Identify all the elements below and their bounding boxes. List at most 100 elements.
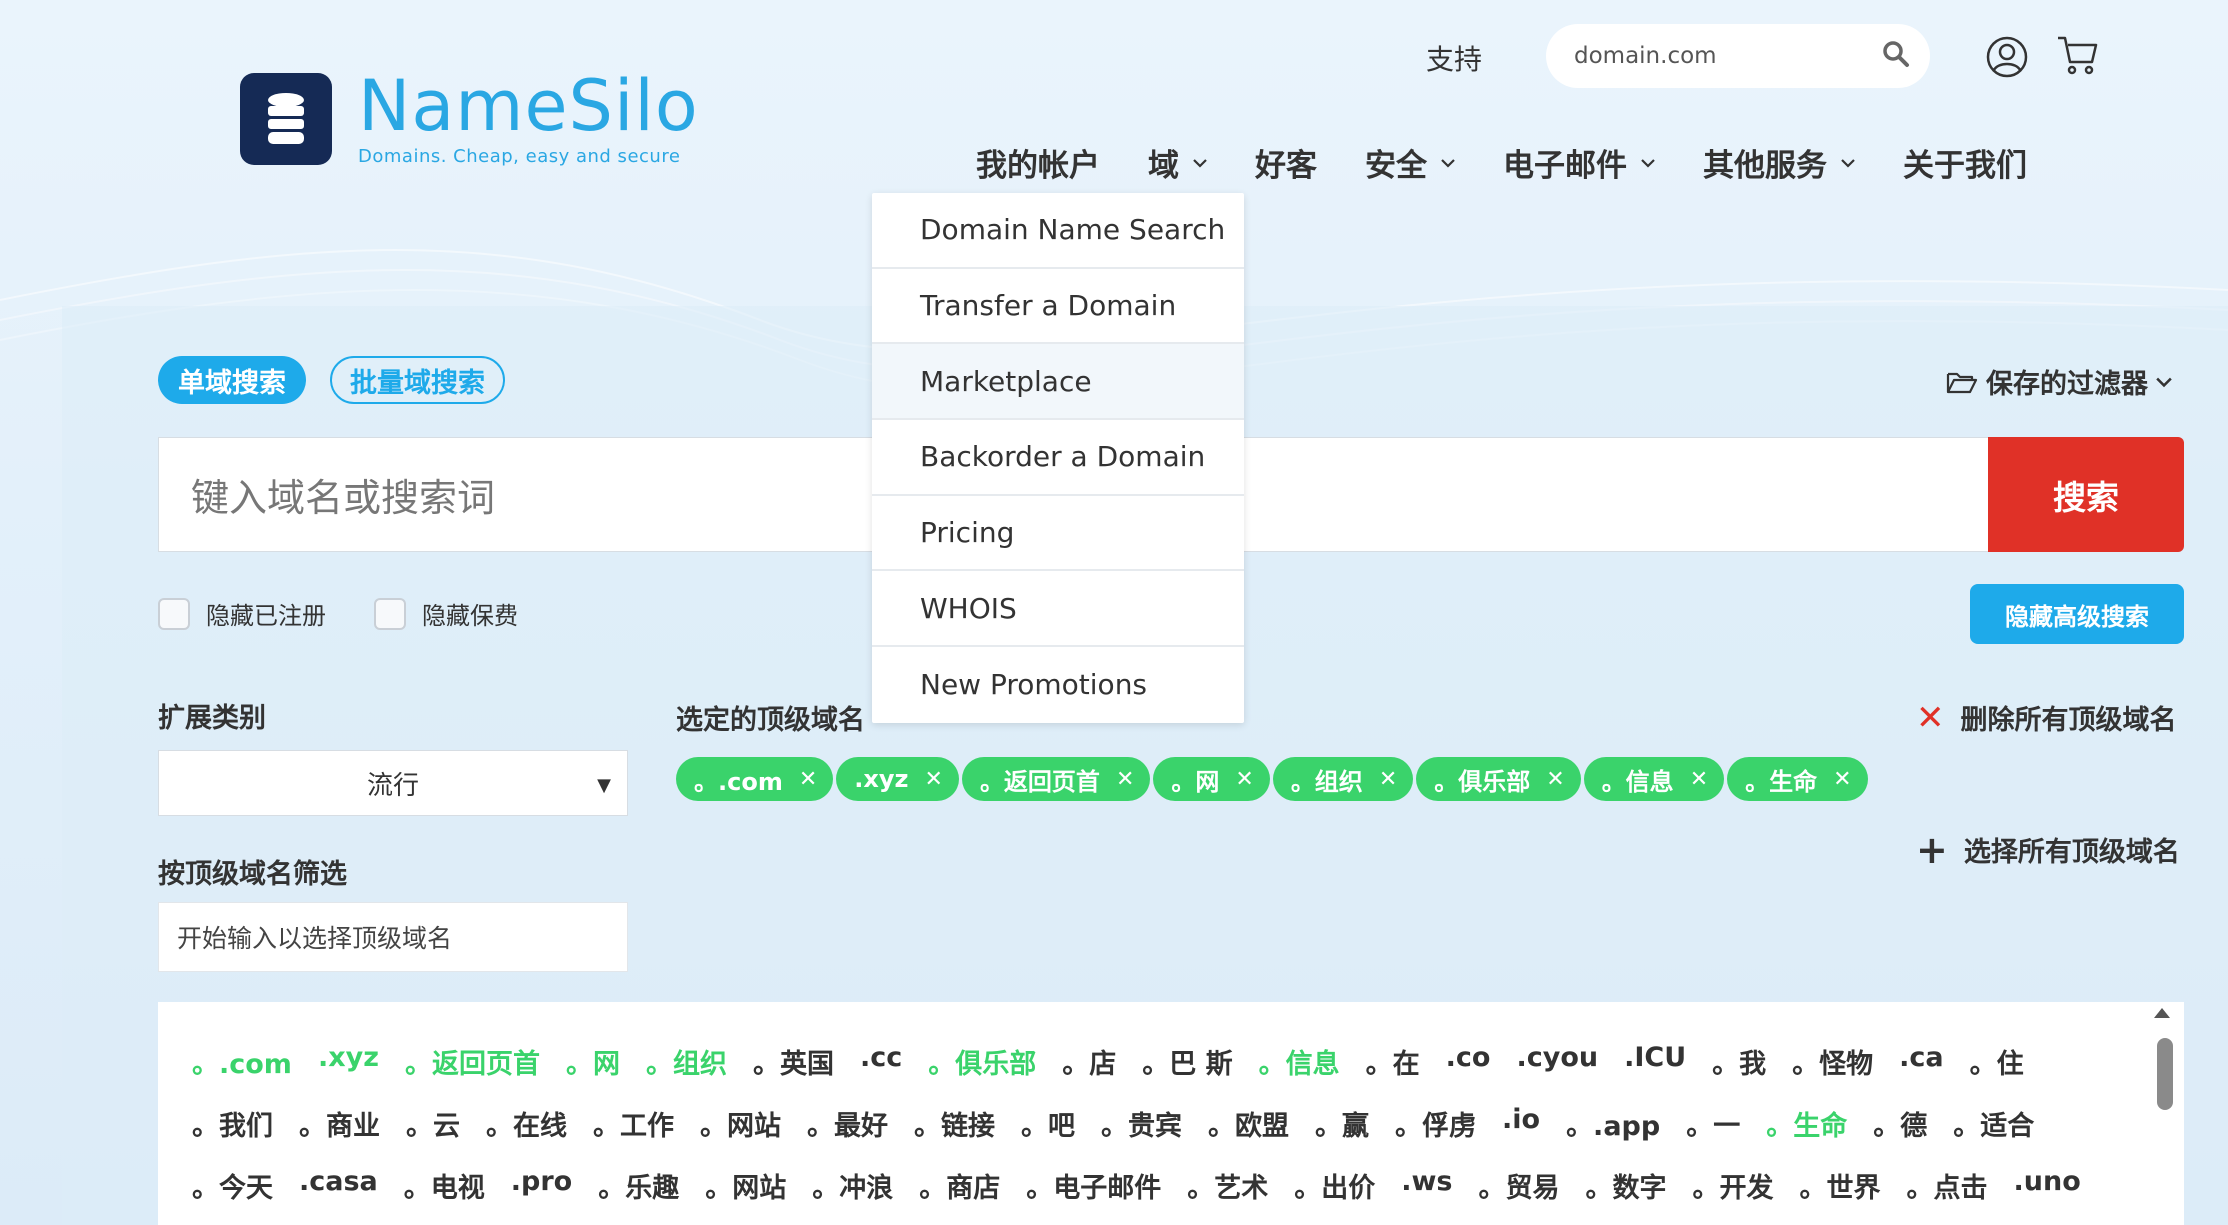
tld-option[interactable]: 。怪物 <box>1792 1042 1873 1081</box>
support-link[interactable]: 支持 <box>1426 38 1482 78</box>
tld-option[interactable]: 。贵宾 <box>1101 1104 1182 1143</box>
tld-option[interactable]: .ws <box>1401 1166 1452 1205</box>
nav-email[interactable]: 电子邮件 <box>1503 140 1655 185</box>
tld-option[interactable]: .pro <box>511 1166 572 1205</box>
tld-option[interactable]: .co <box>1446 1042 1491 1081</box>
tld-option[interactable]: 。信息 <box>1259 1042 1340 1081</box>
tld-option[interactable]: 。巴 斯 <box>1142 1042 1232 1081</box>
tld-chip[interactable]: 。返回页首 ✕ <box>961 757 1151 801</box>
tld-option[interactable]: 。组织 <box>646 1042 727 1081</box>
nav-security[interactable]: 安全 <box>1365 140 1455 185</box>
tld-option[interactable]: 。住 <box>1970 1042 2024 1081</box>
tld-option[interactable]: 。在线 <box>486 1104 567 1143</box>
close-icon[interactable]: ✕ <box>799 767 817 792</box>
tab-single-search[interactable]: 单域搜索 <box>158 356 306 404</box>
menu-item-transfer-domain[interactable]: Transfer a Domain <box>872 269 1244 345</box>
logo[interactable]: NameSilo Domains. Cheap, easy and secure <box>240 70 699 167</box>
tld-option[interactable]: 。返回页首 <box>405 1042 540 1081</box>
tld-option[interactable]: 。商业 <box>299 1104 380 1143</box>
close-icon[interactable]: ✕ <box>1546 767 1564 792</box>
close-icon[interactable]: ✕ <box>1690 767 1708 792</box>
header-search-input[interactable] <box>1574 43 1882 69</box>
tld-option[interactable]: 。赢 <box>1315 1104 1369 1143</box>
tld-chip[interactable]: 。俱乐部 ✕ <box>1416 757 1581 801</box>
tld-option[interactable]: 。电视 <box>404 1166 485 1205</box>
tld-option[interactable]: 。英国 <box>753 1042 834 1081</box>
checkbox[interactable] <box>158 597 190 630</box>
menu-item-whois[interactable]: WHOIS <box>872 571 1244 648</box>
tld-option[interactable]: 。商店 <box>919 1166 1000 1205</box>
tld-option[interactable]: 。我 <box>1712 1042 1766 1081</box>
extension-category-select[interactable]: 流行 ▼ <box>158 750 628 816</box>
tld-option[interactable]: .ca <box>1899 1042 1943 1081</box>
select-all-tlds-link[interactable]: + 选择所有顶级域名 <box>1916 830 2180 869</box>
close-icon[interactable]: ✕ <box>1833 767 1851 792</box>
close-icon[interactable]: ✕ <box>1379 767 1397 792</box>
tld-option[interactable]: 。欧盟 <box>1208 1104 1289 1143</box>
tld-option[interactable]: 。网站 <box>700 1104 781 1143</box>
checkbox[interactable] <box>374 597 406 630</box>
tld-option[interactable]: 。生命 <box>1766 1104 1847 1143</box>
menu-item-pricing[interactable]: Pricing <box>872 496 1244 572</box>
tld-option[interactable]: 。适合 <box>1953 1104 2034 1143</box>
tld-option[interactable]: 。.com <box>192 1042 292 1081</box>
nav-my-account[interactable]: 我的帐户 <box>976 140 1100 185</box>
tld-option[interactable]: 。冲浪 <box>812 1166 893 1205</box>
tld-option[interactable]: 。一 <box>1686 1104 1740 1143</box>
tld-option[interactable]: .ICU <box>1624 1042 1686 1081</box>
tld-option[interactable]: 。我们 <box>192 1104 273 1143</box>
tld-option[interactable]: 。店 <box>1062 1042 1116 1081</box>
tld-option[interactable]: 。今天 <box>192 1166 273 1205</box>
scroll-up-arrow[interactable] <box>2154 1008 2170 1018</box>
nav-hosting[interactable]: 好客 <box>1255 140 1317 185</box>
scrollbar-thumb[interactable] <box>2157 1038 2173 1110</box>
tld-option[interactable]: 。链接 <box>914 1104 995 1143</box>
tld-filter-input[interactable]: 开始输入以选择顶级域名 <box>158 902 628 972</box>
tld-option[interactable]: 。俘虏 <box>1395 1104 1476 1143</box>
tld-chip[interactable]: 。生命 ✕ <box>1727 757 1868 801</box>
hide-premium-checkbox[interactable]: 隐藏保费 <box>374 596 518 631</box>
tld-option[interactable]: .casa <box>299 1166 378 1205</box>
tld-option[interactable]: 。网站 <box>705 1166 786 1205</box>
menu-item-backorder-domain[interactable]: Backorder a Domain <box>872 420 1244 496</box>
tld-option[interactable]: .cc <box>860 1042 902 1081</box>
nav-domains[interactable]: 域 <box>1148 140 1207 185</box>
search-button[interactable]: 搜索 <box>1988 437 2184 552</box>
tld-option[interactable]: 。世界 <box>1800 1166 1881 1205</box>
user-icon[interactable] <box>1986 36 2028 82</box>
tld-option[interactable]: 。网 <box>566 1042 620 1081</box>
cart-icon[interactable] <box>2056 34 2098 80</box>
tld-option[interactable]: 。德 <box>1873 1104 1927 1143</box>
tld-option[interactable]: 。艺术 <box>1187 1166 1268 1205</box>
nav-about-us[interactable]: 关于我们 <box>1903 140 2027 185</box>
remove-all-tlds-link[interactable]: ✕ 删除所有顶级域名 <box>1916 698 2177 737</box>
tld-chip[interactable]: 。网 ✕ <box>1153 757 1270 801</box>
hide-registered-checkbox[interactable]: 隐藏已注册 <box>158 596 326 631</box>
tld-option[interactable]: 。点击 <box>1907 1166 1988 1205</box>
tld-option[interactable]: 。出价 <box>1294 1166 1375 1205</box>
close-icon[interactable]: ✕ <box>925 767 943 792</box>
menu-item-domain-name-search[interactable]: Domain Name Search <box>872 193 1244 269</box>
tld-chip[interactable]: 。信息 ✕ <box>1583 757 1725 801</box>
tld-option[interactable]: .uno <box>2014 1166 2081 1205</box>
tld-option[interactable]: 。在 <box>1366 1042 1420 1081</box>
tld-option[interactable]: 。工作 <box>593 1104 674 1143</box>
tld-option[interactable]: .xyz <box>318 1042 379 1081</box>
tld-option[interactable]: .io <box>1502 1104 1540 1143</box>
tld-option[interactable]: 。俱乐部 <box>928 1042 1036 1081</box>
tld-chip[interactable]: 。.com ✕ <box>676 757 834 801</box>
tld-option[interactable]: 。最好 <box>807 1104 888 1143</box>
tld-option[interactable]: 。云 <box>406 1104 460 1143</box>
tld-option[interactable]: 。开发 <box>1693 1166 1774 1205</box>
tld-option[interactable]: 。.app <box>1566 1104 1660 1143</box>
nav-other-services[interactable]: 其他服务 <box>1703 140 1855 185</box>
close-icon[interactable]: ✕ <box>1116 767 1134 792</box>
tld-option[interactable]: .cyou <box>1516 1042 1598 1081</box>
tld-chip[interactable]: .xyz ✕ <box>836 757 959 801</box>
tld-option[interactable]: 。数字 <box>1586 1166 1667 1205</box>
tld-option[interactable]: 。吧 <box>1021 1104 1075 1143</box>
tld-option[interactable]: 。电子邮件 <box>1026 1166 1161 1205</box>
tab-bulk-search[interactable]: 批量域搜索 <box>330 356 505 404</box>
search-icon[interactable] <box>1882 40 1910 72</box>
menu-item-new-promotions[interactable]: New Promotions <box>872 647 1244 723</box>
